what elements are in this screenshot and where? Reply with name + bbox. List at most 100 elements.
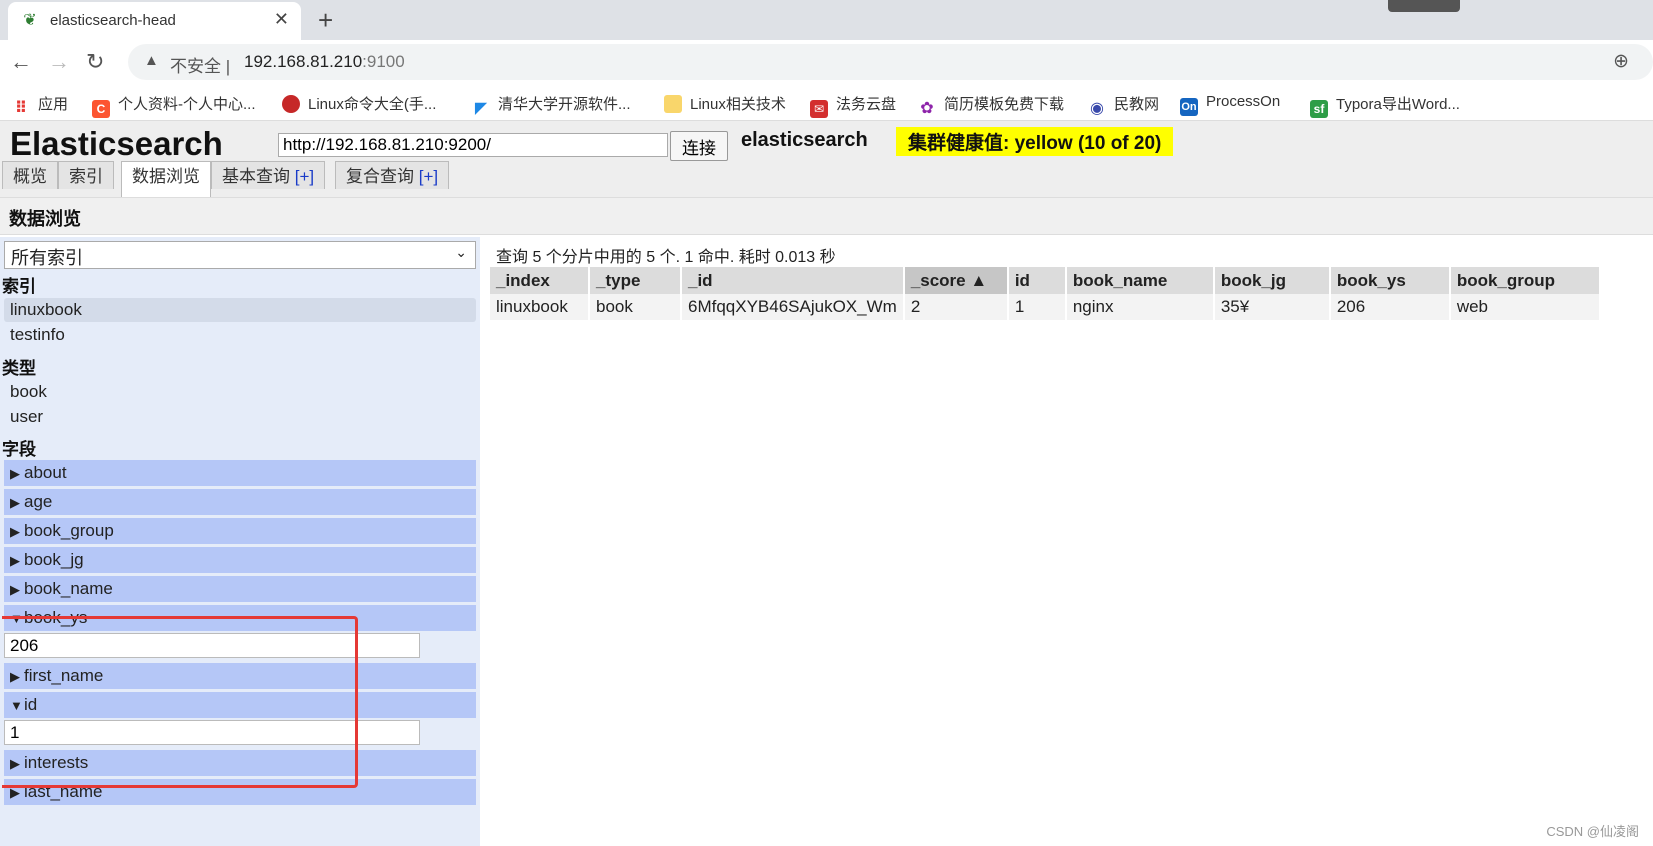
table-cell: 1 (1007, 294, 1067, 320)
field-label: book_jg (24, 550, 84, 569)
minjiao-icon: ◉ (1090, 100, 1104, 117)
browser-tab[interactable]: ❦ elasticsearch-head ✕ (8, 2, 301, 40)
cluster-health-badge: 集群健康值: yellow (10 of 20) (896, 127, 1174, 156)
field-label: about (24, 463, 67, 482)
column-header[interactable]: _index (490, 267, 590, 294)
field-book-jg[interactable]: ▶ book_jg (4, 547, 476, 573)
browser-toolbar: ← → ↻ ▲ 不安全 | 192.168.81.210:9100 ⊕ (0, 40, 1653, 86)
close-icon[interactable]: ✕ (274, 9, 289, 30)
bookmark-apps[interactable]: ⠿ 应用 (12, 93, 68, 118)
new-tab-icon[interactable]: + (318, 5, 333, 36)
column-header[interactable]: book_group (1449, 267, 1601, 294)
tab-label: 概览 (13, 167, 47, 186)
elasticsearch-favicon-icon: ❦ (23, 12, 37, 29)
tab-data-browser[interactable]: 数据浏览 (121, 161, 211, 197)
apps-grid-icon: ⠿ (14, 100, 28, 117)
bookmark-label: 个人资料-个人中心... (118, 96, 256, 113)
bookmark-processon[interactable]: On ProcessOn (1180, 93, 1280, 116)
forward-icon[interactable]: → (48, 49, 70, 75)
tab-label: 索引 (69, 167, 103, 186)
column-header-sorted[interactable]: _score ▲ (903, 267, 1009, 294)
index-select[interactable]: 所有索引 ⌄ (4, 241, 476, 269)
table-cell: 206 (1329, 294, 1451, 320)
query-summary: 查询 5 个分片中用的 5 个. 1 命中. 耗时 0.013 秒 (496, 249, 836, 266)
field-age[interactable]: ▶ age (4, 489, 476, 515)
field-about[interactable]: ▶ about (4, 460, 476, 486)
processon-icon: On (1180, 98, 1198, 116)
tab-label: 复合查询 (346, 167, 414, 186)
expand-triangle-icon: ▶ (10, 582, 20, 597)
tab-plus: [+] (294, 167, 315, 186)
bookmark-minjiao[interactable]: ◉ 民教网 (1088, 93, 1159, 118)
chevron-down-icon: ⌄ (455, 244, 467, 260)
column-header[interactable]: id (1007, 267, 1067, 294)
webcam-bar (1388, 0, 1460, 12)
table-row[interactable]: linuxbook book 6MfqqXYB46SAjukOX_Wm 2 1 … (490, 294, 1601, 320)
bookmark-linux-tech[interactable]: Linux相关技术 (664, 93, 786, 114)
table-cell: linuxbook (490, 294, 590, 320)
index-select-value: 所有索引 (11, 248, 83, 268)
app-tabs: 概览 索引 数据浏览 基本查询 [+] 复合查询 [+] (0, 161, 1653, 197)
section-title: 数据浏览 (9, 209, 81, 229)
field-label: age (24, 492, 53, 511)
bookmark-label: Linux相关技术 (690, 96, 786, 113)
table-header-row: _index _type _id _score ▲ id book_name b… (490, 267, 1601, 294)
legal-cloud-icon: ✉ (810, 100, 828, 118)
url-port: :9100 (362, 52, 405, 71)
table-cell: book (589, 294, 682, 320)
table-cell: web (1449, 294, 1601, 320)
column-header[interactable]: book_jg (1213, 267, 1331, 294)
index-item[interactable]: linuxbook (4, 298, 476, 322)
field-book-name[interactable]: ▶ book_name (4, 576, 476, 602)
app-header: Elasticsearch 连接 elasticsearch 集群健康值: ye… (0, 121, 1653, 197)
cluster-url-input[interactable] (278, 133, 668, 157)
tab-indices[interactable]: 索引 (58, 161, 114, 189)
cluster-name: elasticsearch (741, 129, 868, 151)
expand-triangle-icon: ▶ (10, 553, 20, 568)
table-cell: 6MfqqXYB46SAjukOX_Wm (681, 294, 905, 320)
address-bar[interactable]: ▲ 不安全 | 192.168.81.210:9100 ⊕ (128, 44, 1653, 80)
csdn-icon: C (92, 100, 110, 118)
connect-button[interactable]: 连接 (670, 131, 728, 161)
bookmark-label: 民教网 (1114, 96, 1160, 113)
bookmark-csdn[interactable]: C 个人资料-个人中心... (92, 93, 256, 118)
tab-label: 数据浏览 (132, 167, 200, 186)
tab-plus: [+] (418, 167, 439, 186)
bookmark-label: 应用 (38, 96, 69, 113)
bookmark-label: Typora导出Word... (1336, 96, 1460, 113)
redhat-icon (282, 95, 300, 113)
warning-icon[interactable]: ▲ (144, 52, 159, 69)
bookmark-label: ProcessOn (1206, 93, 1281, 110)
reload-icon[interactable]: ↻ (86, 49, 104, 75)
bookmark-linux-commands[interactable]: Linux命令大全(手... (282, 93, 436, 114)
column-header[interactable]: book_name (1065, 267, 1215, 294)
browser-tabstrip: ❦ elasticsearch-head ✕ + (0, 0, 1653, 40)
column-header[interactable]: _id (681, 267, 905, 294)
index-item[interactable]: testinfo (4, 323, 476, 347)
bookmark-tsinghua[interactable]: ◤ 清华大学开源软件... (472, 93, 631, 118)
bookmark-resume[interactable]: ✿ 简历模板免费下载 (918, 93, 1064, 118)
app-logo: Elasticsearch (10, 125, 223, 162)
types-heading: 类型 (2, 359, 36, 378)
bookmark-typora[interactable]: sf Typora导出Word... (1310, 93, 1460, 118)
type-item[interactable]: book (4, 380, 476, 404)
field-label: book_name (24, 579, 113, 598)
results-panel: 查询 5 个分片中用的 5 个. 1 命中. 耗时 0.013 秒 _index… (484, 237, 1653, 846)
tab-title: elasticsearch-head (50, 12, 176, 29)
bookmark-legal-cloud[interactable]: ✉ 法务云盘 (810, 93, 896, 118)
back-icon[interactable]: ← (10, 49, 32, 75)
resume-flower-icon: ✿ (920, 100, 934, 117)
fields-heading: 字段 (2, 440, 36, 459)
red-highlight-box (2, 616, 358, 788)
url-host: 192.168.81.210 (244, 52, 363, 71)
column-header[interactable]: _type (589, 267, 682, 294)
type-item[interactable]: user (4, 405, 476, 429)
tab-overview[interactable]: 概览 (2, 161, 58, 189)
field-book-group[interactable]: ▶ book_group (4, 518, 476, 544)
expand-triangle-icon: ▶ (10, 466, 20, 481)
column-header[interactable]: book_ys (1329, 267, 1451, 294)
tab-basic-query[interactable]: 基本查询 [+] (211, 161, 326, 189)
zoom-icon[interactable]: ⊕ (1613, 50, 1629, 73)
tab-compound-query[interactable]: 复合查询 [+] (335, 161, 450, 189)
tsinghua-mirror-icon: ◤ (474, 100, 488, 117)
